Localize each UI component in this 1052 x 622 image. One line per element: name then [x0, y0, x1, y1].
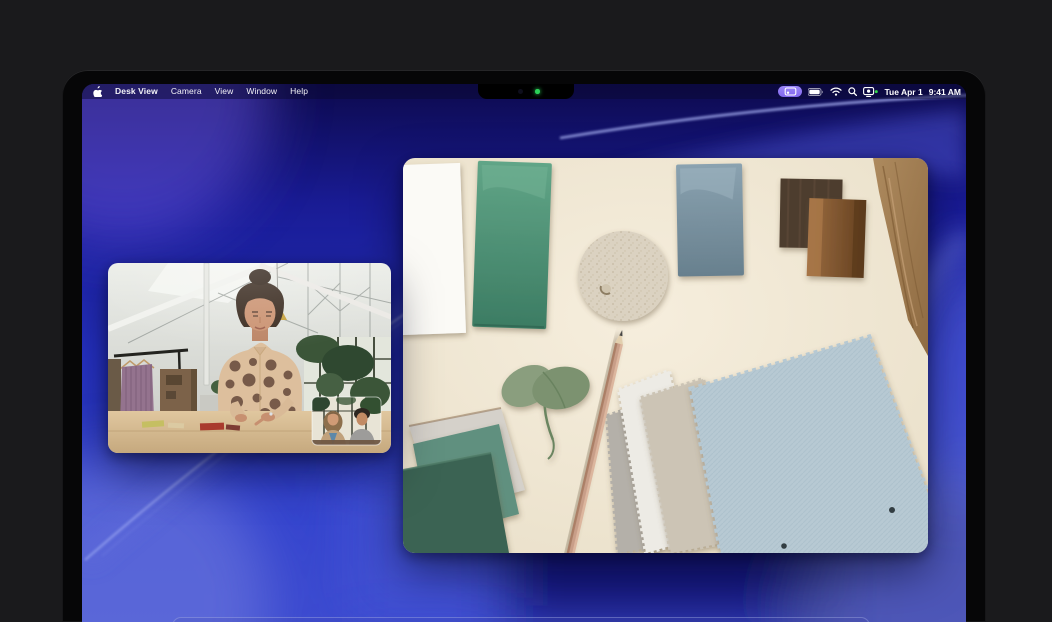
- apple-logo-icon[interactable]: [93, 86, 102, 97]
- wifi-icon[interactable]: [830, 87, 842, 96]
- blue-gray-tile: [676, 163, 744, 276]
- desk-view-window[interactable]: [403, 158, 928, 553]
- spotlight-search-icon[interactable]: [848, 87, 857, 96]
- menu-app-name[interactable]: Desk View: [115, 84, 158, 99]
- notch-camera-lens: [518, 89, 523, 94]
- battery-icon[interactable]: [808, 88, 824, 96]
- facetime-video: [108, 263, 391, 453]
- menu-item-view[interactable]: View: [215, 84, 234, 99]
- facetime-call-window[interactable]: [108, 263, 391, 453]
- menu-item-window[interactable]: Window: [246, 84, 277, 99]
- screen-sharing-indicator[interactable]: [778, 86, 802, 97]
- green-ceramic-tile: [472, 161, 552, 329]
- white-card: [403, 163, 466, 335]
- silver-ring: [269, 412, 272, 415]
- brown-wood-sample: [807, 198, 867, 278]
- dock-edge[interactable]: [172, 617, 870, 622]
- display-notch: [478, 84, 574, 99]
- menu-item-camera[interactable]: Camera: [171, 84, 202, 99]
- felt-disc: [578, 231, 668, 321]
- marketing-scene: Desk View Camera View Window Help: [0, 0, 1052, 622]
- camera-indicator-icon[interactable]: [863, 87, 878, 97]
- camera-active-led: [535, 89, 540, 94]
- menu-clock-date[interactable]: Tue Apr 1: [884, 87, 922, 97]
- macbook-screen: Desk View Camera View Window Help: [82, 84, 966, 622]
- desk-view-video: [403, 158, 928, 553]
- menu-clock-time[interactable]: 9:41 AM: [929, 87, 961, 97]
- menu-item-help[interactable]: Help: [290, 84, 308, 99]
- dark-green-tile: [403, 453, 509, 553]
